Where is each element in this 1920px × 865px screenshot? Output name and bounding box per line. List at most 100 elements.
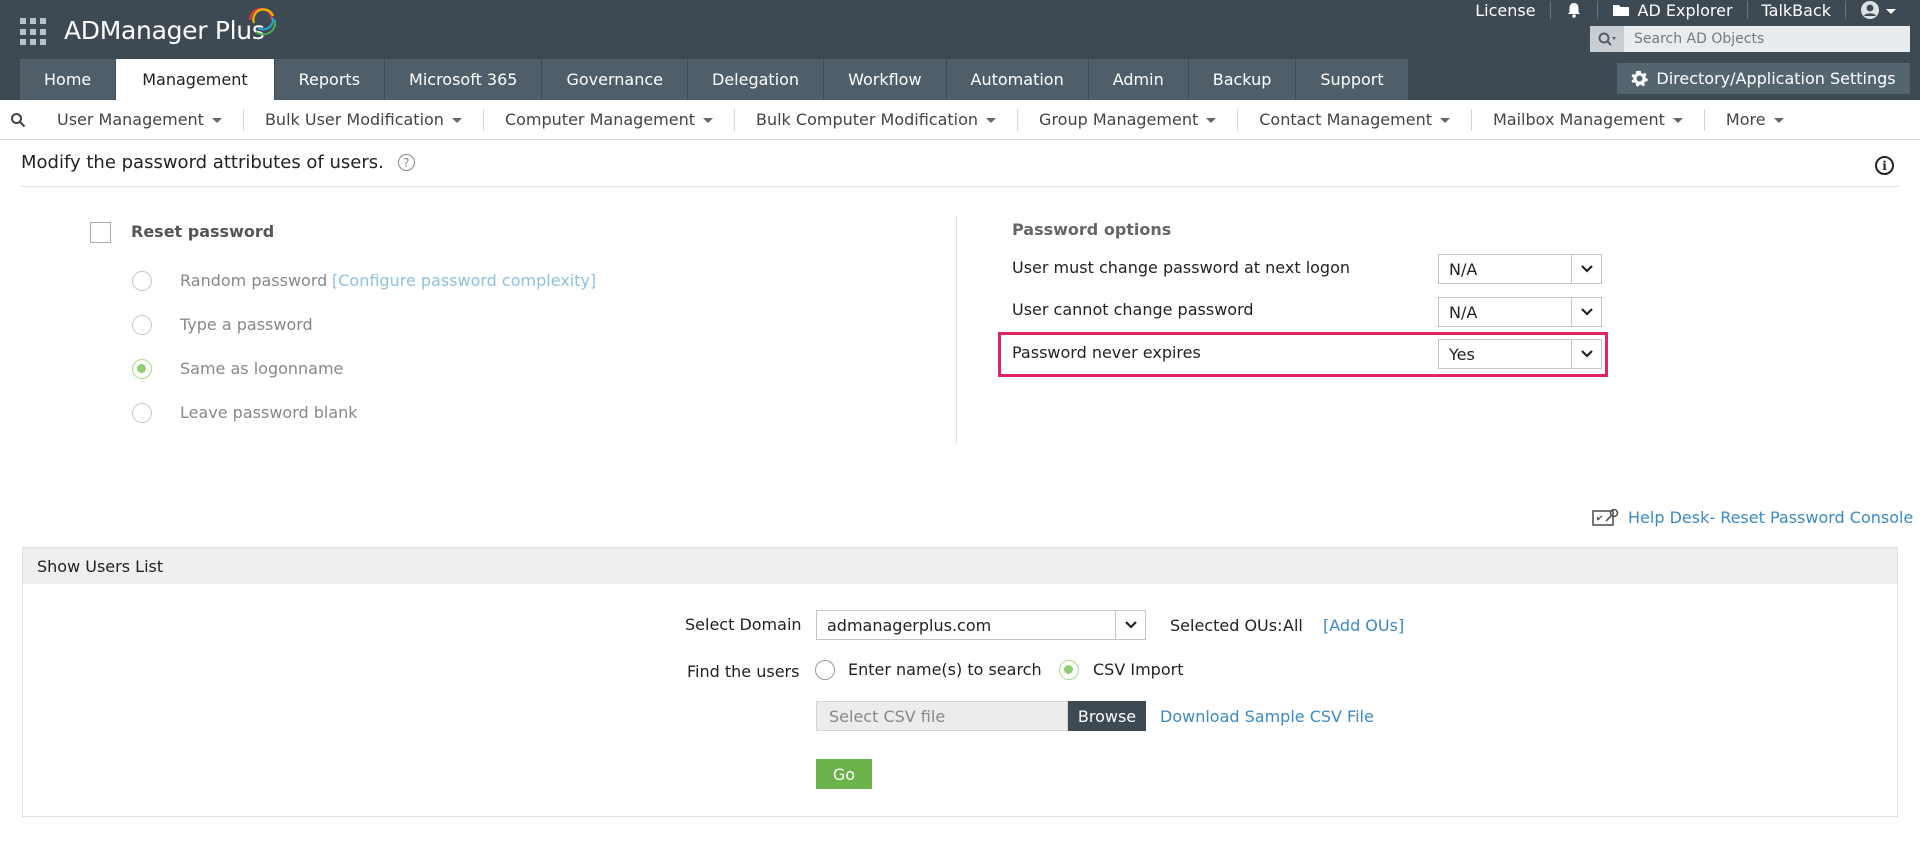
subnav-bulk-user-modification[interactable]: Bulk User Modification [244,108,484,131]
license-link[interactable]: License [1461,0,1549,20]
caret-down-icon [1206,118,1217,123]
download-sample-csv-link[interactable]: Download Sample CSV File [1160,707,1374,726]
tab-automation[interactable]: Automation [946,59,1089,100]
tab-backup[interactable]: Backup [1188,59,1297,100]
selected-ous-label: Selected OUs: [1170,616,1283,635]
tab-governance[interactable]: Governance [542,59,688,100]
caret-down-icon [986,118,997,123]
top-header: ADManager Plus License AD Explorer TalkB… [0,0,1920,100]
subnav-computer-management[interactable]: Computer Management [484,108,735,131]
type-password-radio[interactable] [132,315,152,335]
password-never-expires-value: Yes [1449,344,1475,364]
caret-down-icon [1773,118,1784,123]
user-menu[interactable] [1846,0,1910,20]
caret-down-icon [702,118,713,123]
tab-admin[interactable]: Admin [1088,59,1189,100]
domain-value: admanagerplus.com [827,615,992,635]
password-never-expires-select[interactable]: Yes [1438,339,1602,369]
subnav-bulk-computer-modification[interactable]: Bulk Computer Modification [735,108,1019,131]
page-title: Modify the password attributes of users.… [21,152,415,173]
subnav-mailbox-management[interactable]: Mailbox Management [1472,108,1705,131]
subnav-user-management[interactable]: User Management [36,108,244,131]
tab-reports[interactable]: Reports [274,59,386,100]
directory-settings-button[interactable]: Directory/Application Settings [1617,63,1910,94]
tab-delegation[interactable]: Delegation [688,59,825,100]
selected-ous-value: All [1283,616,1303,635]
reset-password-label: Reset password [131,222,275,241]
caret-down-icon [1439,118,1450,123]
csv-import-label: CSV Import [1093,660,1184,679]
gear-icon [1631,70,1649,87]
ad-objects-search [1590,26,1910,52]
chevron-down-icon [1571,340,1601,368]
tab-microsoft-365[interactable]: Microsoft 365 [385,59,543,100]
random-password-label: Random password [180,271,328,290]
talkback-link[interactable]: TalkBack [1748,0,1845,20]
configure-password-complexity-link[interactable]: [Configure password complexity] [332,271,596,290]
tab-workflow[interactable]: Workflow [824,59,947,100]
tab-home[interactable]: Home [20,59,117,100]
must-change-password-label: User must change password at next logon [1012,258,1351,277]
subnav-group-management[interactable]: Group Management [1018,108,1239,131]
enter-names-label: Enter name(s) to search [848,660,1042,679]
caret-down-icon [1672,118,1683,123]
subnav-more[interactable]: More [1705,109,1805,131]
password-never-expires-label: Password never expires [1012,343,1201,362]
page-title-text: Modify the password attributes of users. [21,152,384,173]
show-users-panel: Show Users List [22,547,1898,817]
column-divider [956,216,957,444]
password-options-heading: Password options [1012,220,1172,239]
find-users-label: Find the users [687,662,800,681]
chevron-down-icon [1571,298,1601,326]
same-as-logonname-label: Same as logonname [180,359,344,378]
search-icon [11,112,26,127]
search-icon[interactable] [1590,26,1624,52]
chevron-down-icon [1886,8,1896,14]
app-grid-icon[interactable] [20,18,48,46]
tab-management[interactable]: Management [116,59,275,100]
logo-text: ADManager Plus [64,16,265,45]
main-tabs: Home Management Reports Microsoft 365 Go… [20,59,1409,100]
leave-password-blank-label: Leave password blank [180,403,358,422]
tab-support[interactable]: Support [1296,59,1409,100]
key-console-icon [1592,508,1619,526]
enter-names-radio[interactable] [815,660,835,680]
csv-file-input[interactable]: Select CSV file [816,701,1068,731]
menu-search-button[interactable] [0,112,36,128]
random-password-radio[interactable] [132,271,152,291]
go-button[interactable]: Go [816,759,872,789]
add-ous-link[interactable]: [Add OUs] [1323,616,1404,635]
must-change-password-select[interactable]: N/A [1438,254,1602,284]
ad-explorer-label: AD Explorer [1637,0,1733,20]
info-icon[interactable]: i [1875,156,1894,175]
help-desk-link-text: Help Desk- Reset Password Console [1628,507,1914,527]
reset-password-checkbox[interactable] [90,222,111,243]
chevron-down-icon [1571,255,1601,283]
title-divider [21,186,1899,187]
notifications-button[interactable] [1551,0,1597,20]
user-avatar-icon [1861,1,1879,19]
chevron-down-icon [1115,611,1145,639]
cannot-change-password-value: N/A [1449,302,1478,322]
type-password-label: Type a password [180,315,313,334]
help-desk-reset-console-link[interactable]: Help Desk- Reset Password Console [1592,507,1913,527]
help-icon[interactable]: ? [397,154,415,171]
domain-select[interactable]: admanagerplus.com [816,610,1146,640]
folder-icon [1612,5,1629,16]
must-change-password-value: N/A [1449,259,1478,279]
product-logo[interactable]: ADManager Plus [64,7,276,50]
logo-arc-icon [248,7,276,36]
subnav-contact-management[interactable]: Contact Management [1238,108,1472,131]
same-as-logonname-radio[interactable] [132,359,152,379]
cannot-change-password-select[interactable]: N/A [1438,297,1602,327]
select-domain-label: Select Domain [685,615,802,634]
cannot-change-password-label: User cannot change password [1012,300,1254,319]
search-input[interactable] [1624,31,1904,47]
browse-button[interactable]: Browse [1068,701,1146,731]
caret-down-icon [451,118,462,123]
csv-import-radio[interactable] [1059,660,1079,680]
ad-explorer-link[interactable]: AD Explorer [1598,0,1747,20]
sub-navigation: User Management Bulk User Modification C… [0,100,1920,140]
bell-icon [1567,3,1580,18]
leave-password-blank-radio[interactable] [132,403,152,423]
